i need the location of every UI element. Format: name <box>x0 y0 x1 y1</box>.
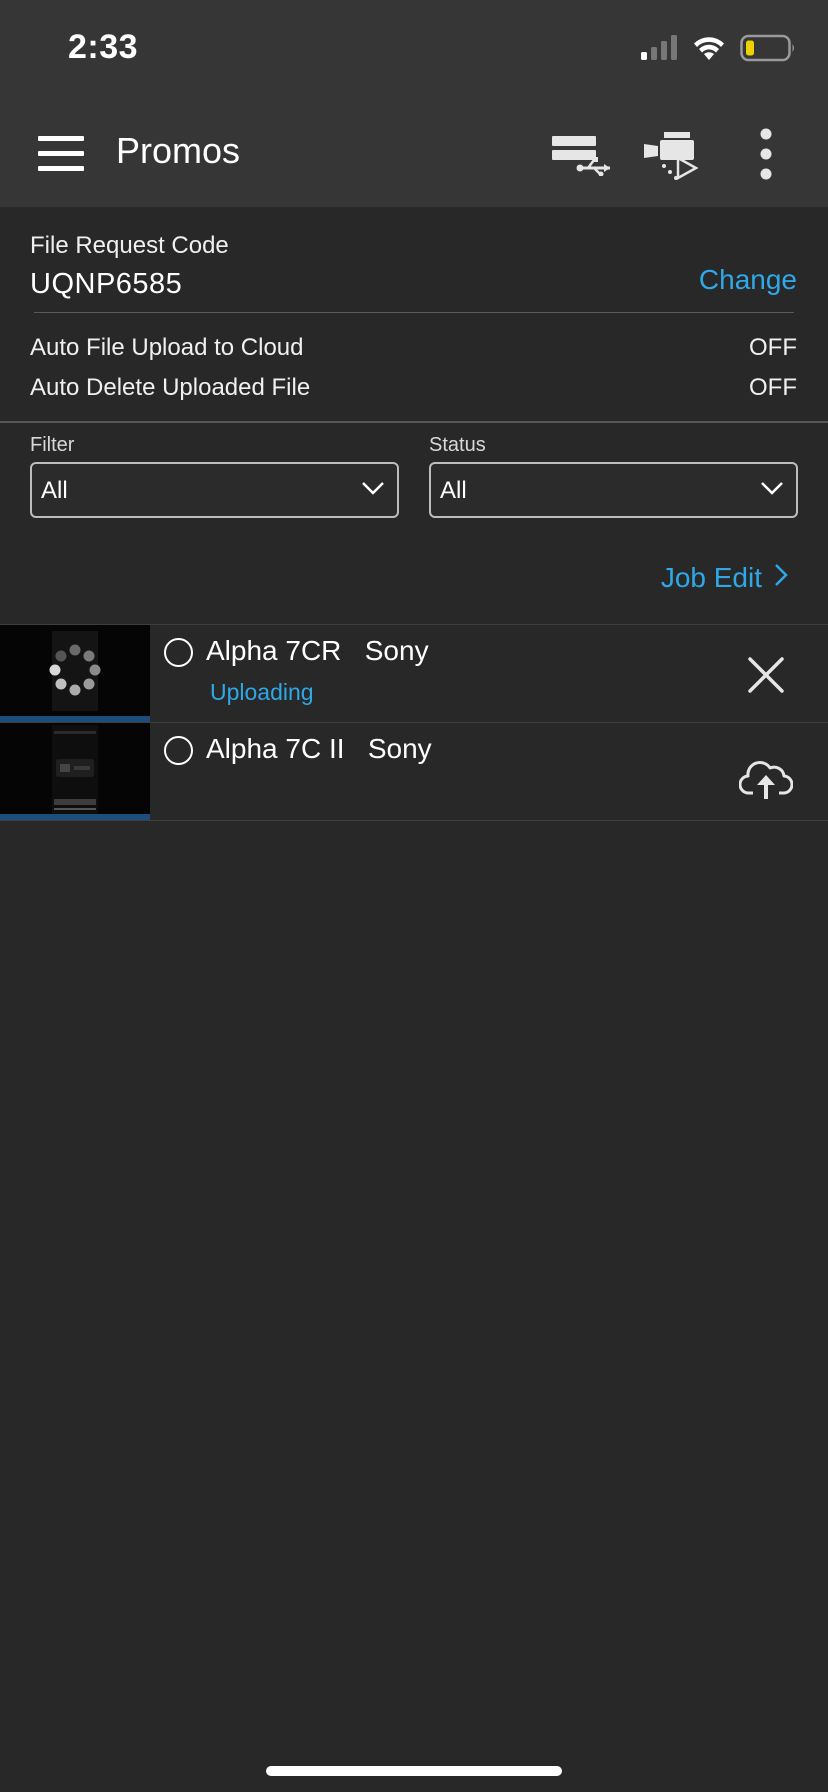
change-code-button[interactable]: Change <box>699 264 797 296</box>
status-select[interactable]: All <box>429 462 798 518</box>
auto-delete-setting[interactable]: Auto Delete Uploaded File OFF <box>30 374 797 402</box>
auto-upload-setting[interactable]: Auto File Upload to Cloud OFF <box>30 334 797 362</box>
home-indicator[interactable] <box>266 1766 562 1776</box>
setting-value: OFF <box>749 334 797 361</box>
wifi-icon <box>692 35 726 66</box>
select-radio[interactable] <box>164 638 193 667</box>
chevron-right-icon <box>774 562 788 594</box>
select-radio[interactable] <box>164 736 193 765</box>
setting-value: OFF <box>749 374 797 401</box>
setting-label: Auto Delete Uploaded File <box>30 374 311 401</box>
job-edit-button[interactable]: Job Edit <box>661 562 788 594</box>
camera-video-thumbnail <box>0 723 150 820</box>
camera-transfer-icon[interactable] <box>636 118 708 190</box>
status-icons <box>640 34 796 67</box>
list-item[interactable]: Alpha 7CR Sony Uploading <box>0 625 828 722</box>
file-request-code-value: UQNP6585 <box>30 268 183 300</box>
battery-low-icon <box>740 34 796 67</box>
divider <box>34 312 794 313</box>
item-name: Alpha 7CR Sony <box>206 635 429 666</box>
more-vertical-icon[interactable] <box>730 118 802 190</box>
filter-value: All <box>41 477 68 504</box>
loading-spinner-thumbnail <box>0 625 150 722</box>
hamburger-menu-icon[interactable] <box>38 136 86 172</box>
file-request-code-title: File Request Code <box>30 232 229 259</box>
job-edit-label: Job Edit <box>660 562 762 593</box>
list-divider <box>0 820 828 821</box>
cellular-signal-icon <box>640 35 678 66</box>
status-value: All <box>440 477 467 504</box>
filter-label: Filter <box>30 434 75 456</box>
filter-select[interactable]: All <box>30 462 399 518</box>
chevron-down-icon <box>760 480 784 501</box>
item-status: Uploading <box>210 679 314 705</box>
chevron-down-icon <box>361 480 385 501</box>
item-name: Alpha 7C II Sony <box>206 733 432 764</box>
list-item[interactable]: Alpha 7C II Sony <box>0 723 828 820</box>
cloud-upload-icon[interactable] <box>734 747 798 811</box>
divider <box>0 421 828 423</box>
nav-bar: Promos <box>0 100 828 208</box>
page-title: Promos <box>116 130 241 171</box>
status-time: 2:33 <box>68 28 139 66</box>
status-bar: 2:33 <box>0 0 828 100</box>
setting-label: Auto File Upload to Cloud <box>30 334 304 361</box>
usb-connection-icon[interactable] <box>546 118 618 190</box>
status-label: Status <box>429 434 486 456</box>
close-icon[interactable] <box>734 643 798 707</box>
